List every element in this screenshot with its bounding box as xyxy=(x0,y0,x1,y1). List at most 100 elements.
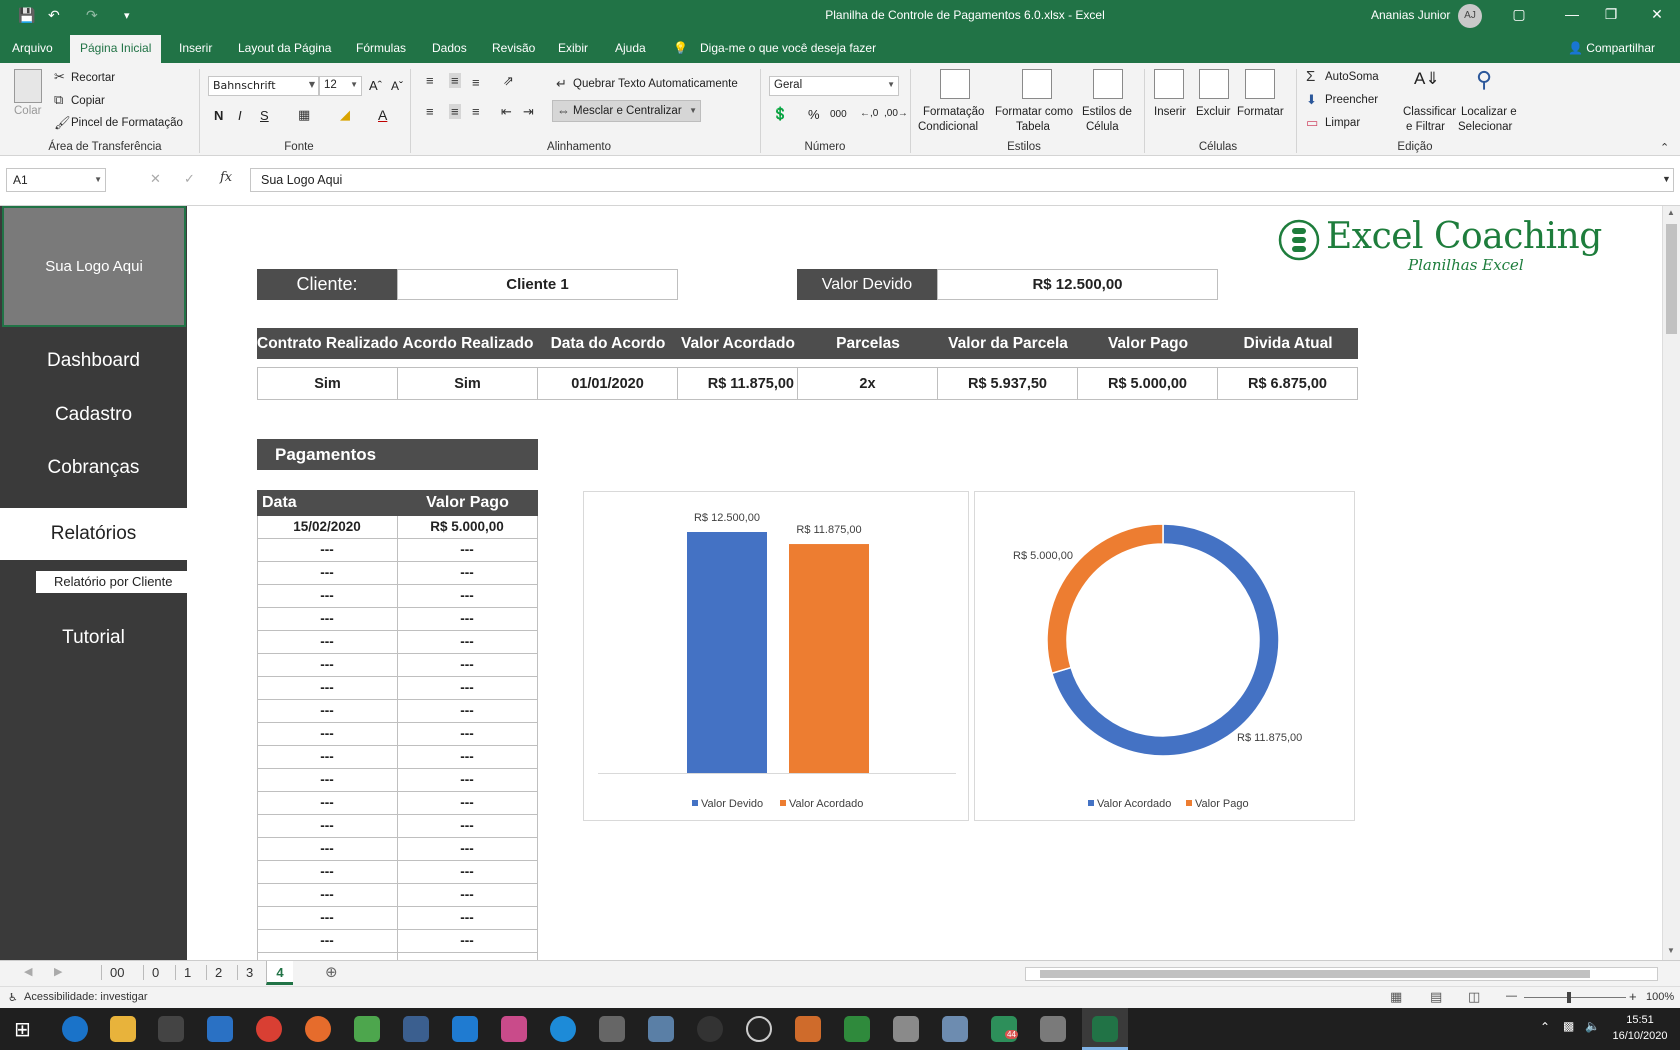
obs-icon[interactable] xyxy=(746,1016,772,1042)
sort-filter-button-2[interactable]: e Filtrar xyxy=(1406,121,1445,133)
sort-filter-button[interactable]: Classificar xyxy=(1403,106,1456,118)
notepad-icon[interactable] xyxy=(942,1016,968,1042)
search-icon[interactable]: ⚲ xyxy=(1476,67,1492,93)
page-break-icon[interactable]: ◫ xyxy=(1468,989,1480,1005)
share-button[interactable]: 👤 Compartilhar xyxy=(1568,41,1655,55)
clear-button[interactable]: Limpar xyxy=(1325,117,1360,129)
app-icon[interactable] xyxy=(795,1016,821,1042)
normal-view-icon[interactable]: ▦ xyxy=(1390,989,1402,1005)
app-icon[interactable] xyxy=(844,1016,870,1042)
delete-cells-button[interactable]: Excluir xyxy=(1196,106,1231,118)
edge-icon[interactable] xyxy=(62,1016,88,1042)
tab-layout[interactable]: Layout da Página xyxy=(238,41,331,55)
whatsapp-icon[interactable]: 44 xyxy=(991,1016,1018,1042)
scroll-down-icon[interactable]: ▼ xyxy=(1667,946,1675,955)
donut-slice[interactable] xyxy=(1046,523,1164,675)
close-icon[interactable]: ✕ xyxy=(1647,6,1667,23)
windows-start-icon[interactable]: ⊞ xyxy=(14,1017,31,1042)
excel-taskbar-button[interactable] xyxy=(1082,1008,1128,1050)
zoom-slider-handle[interactable] xyxy=(1567,992,1571,1003)
bold-button[interactable]: N xyxy=(214,108,223,123)
sidebar-item-dashboard[interactable]: Dashboard xyxy=(0,350,187,372)
expand-formula-icon[interactable]: ▼ xyxy=(1662,174,1671,184)
align-left-icon[interactable]: ≡ xyxy=(426,104,434,119)
align-center-icon[interactable]: ≡ xyxy=(449,104,461,119)
donut-chart[interactable]: R$ 11.875,00 R$ 5.000,00 Valor Acordado Val… xyxy=(974,491,1355,821)
user-name[interactable]: Ananias Junior xyxy=(1371,8,1450,22)
tab-arquivo[interactable]: Arquivo xyxy=(12,41,53,55)
scrollbar-thumb[interactable] xyxy=(1040,970,1590,978)
scrollbar-thumb[interactable] xyxy=(1666,224,1677,334)
firefox-icon[interactable] xyxy=(305,1016,331,1042)
contract-cell[interactable]: Sim xyxy=(397,367,538,400)
conditional-format-button-2[interactable]: Condicional xyxy=(918,121,978,133)
page-layout-icon[interactable]: ▤ xyxy=(1430,989,1442,1005)
app-icon[interactable] xyxy=(1040,1016,1066,1042)
cancel-icon[interactable]: ✕ xyxy=(150,171,161,187)
cut-button[interactable]: Recortar xyxy=(71,72,115,84)
conditional-format-button[interactable]: Formatação xyxy=(923,106,984,118)
bar-chart[interactable]: R$ 12.500,00 R$ 11.875,00 Valor Devido Valo… xyxy=(583,491,969,821)
next-sheet-icon[interactable]: ▶ xyxy=(54,965,62,978)
sidebar-item-tutorial[interactable]: Tutorial xyxy=(0,627,187,649)
sidebar-item-cadastro[interactable]: Cadastro xyxy=(0,404,187,426)
network-icon[interactable]: ▩ xyxy=(1563,1019,1574,1033)
font-size-select[interactable]: 12 ▼ xyxy=(319,76,362,96)
horizontal-scrollbar[interactable] xyxy=(1025,967,1658,981)
paste-button[interactable]: Colar xyxy=(14,105,41,117)
ribbon-display-icon[interactable]: ▢ xyxy=(1509,6,1529,23)
sheet-tab-1[interactable]: 1 xyxy=(175,965,199,980)
format-cells-button[interactable]: Formatar xyxy=(1237,106,1284,118)
orientation-icon[interactable]: ⇗ xyxy=(503,73,514,89)
insert-cells-icon[interactable] xyxy=(1154,69,1184,99)
format-painter-button[interactable]: Pincel de Formatação xyxy=(71,117,183,129)
contract-cell[interactable]: R$ 11.875,00 xyxy=(677,367,798,400)
tab-pagina-inicial[interactable]: Página Inicial xyxy=(70,35,162,63)
font-color-button[interactable]: A xyxy=(378,107,387,123)
tab-exibir[interactable]: Exibir xyxy=(558,41,588,55)
zoom-slider[interactable] xyxy=(1524,997,1626,998)
system-clock[interactable]: 15:51 16/10/2020 xyxy=(1610,1012,1670,1044)
app-icon[interactable] xyxy=(501,1016,527,1042)
vscode-icon[interactable] xyxy=(452,1016,478,1042)
accounting-format-icon[interactable]: 💲 xyxy=(772,106,788,122)
paint-icon[interactable] xyxy=(893,1016,919,1042)
file-explorer-icon[interactable] xyxy=(110,1016,136,1042)
utorrent-icon[interactable] xyxy=(354,1016,380,1042)
contract-cell[interactable]: R$ 5.000,00 xyxy=(1077,367,1218,400)
tab-formulas[interactable]: Fórmulas xyxy=(356,41,406,55)
tab-ajuda[interactable]: Ajuda xyxy=(615,41,646,55)
tray-chevron-icon[interactable]: ⌃ xyxy=(1540,1020,1550,1034)
teamviewer-icon[interactable] xyxy=(550,1016,576,1042)
copy-button[interactable]: Copiar xyxy=(71,95,105,107)
tab-inserir[interactable]: Inserir xyxy=(179,41,212,55)
number-format-select[interactable]: Geral ▼ xyxy=(769,76,899,96)
sheet-tab-4[interactable]: 4 xyxy=(266,961,293,985)
align-right-icon[interactable]: ≡ xyxy=(472,104,480,119)
percent-button[interactable]: % xyxy=(808,107,820,122)
zoom-in-icon[interactable]: + xyxy=(1629,989,1637,1004)
contract-cell[interactable]: R$ 6.875,00 xyxy=(1217,367,1358,400)
find-select-button[interactable]: Localizar e xyxy=(1461,106,1517,118)
format-cells-icon[interactable] xyxy=(1245,69,1275,99)
cell-styles-icon[interactable] xyxy=(1093,69,1123,99)
contract-cell[interactable]: 01/01/2020 xyxy=(537,367,678,400)
logo-placeholder[interactable]: Sua Logo Aqui xyxy=(2,206,186,327)
add-sheet-icon[interactable]: ⊕ xyxy=(325,963,338,981)
bar[interactable] xyxy=(789,544,869,773)
tab-dados[interactable]: Dados xyxy=(432,41,467,55)
client-value[interactable]: Cliente 1 xyxy=(397,269,678,300)
wrap-text-button[interactable]: Quebrar Texto Automaticamente xyxy=(573,78,738,90)
chrome-icon[interactable] xyxy=(256,1016,282,1042)
insert-cells-button[interactable]: Inserir xyxy=(1154,106,1186,118)
contract-cell[interactable]: Sim xyxy=(257,367,398,400)
store-icon[interactable] xyxy=(158,1016,184,1042)
delete-cells-icon[interactable] xyxy=(1199,69,1229,99)
bar[interactable] xyxy=(687,532,767,773)
scroll-up-icon[interactable]: ▲ xyxy=(1667,208,1675,217)
volume-icon[interactable]: 🔈 xyxy=(1585,1019,1600,1033)
increase-decimal-button[interactable]: ←,0 xyxy=(860,108,878,119)
format-table-button[interactable]: Formatar como xyxy=(995,106,1073,118)
tab-revisao[interactable]: Revisão xyxy=(492,41,535,55)
decrease-indent-icon[interactable]: ⇤ xyxy=(501,104,512,120)
